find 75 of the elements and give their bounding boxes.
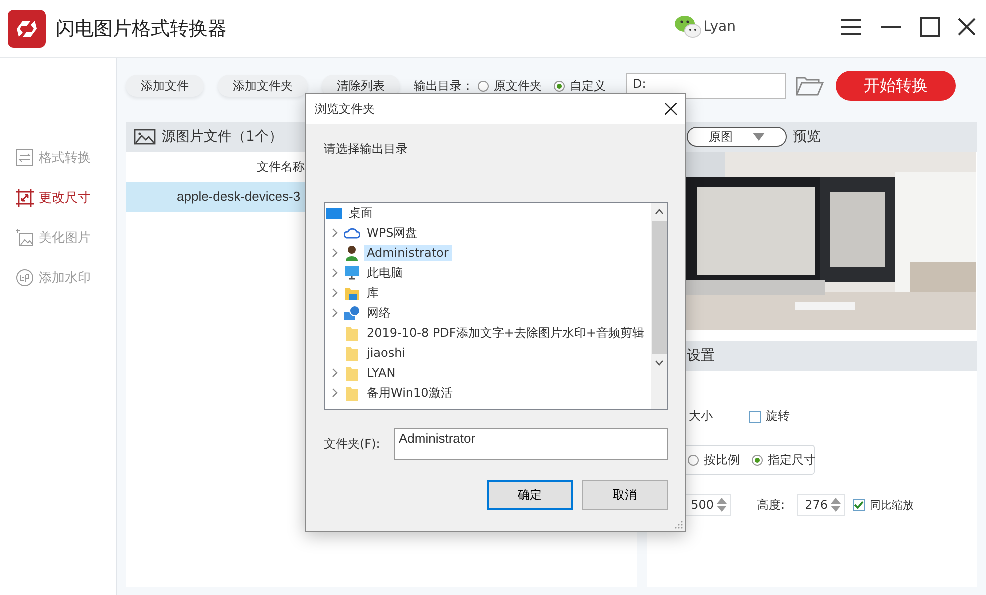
seal-icon [16, 269, 34, 287]
folder-icon [344, 365, 360, 381]
dialog-prompt: 请选择输出目录 [324, 141, 409, 158]
user-name[interactable]: Lyan [704, 18, 736, 34]
tree-item[interactable]: 备用Win10激活 [364, 384, 456, 402]
tree-item[interactable]: LYAN [364, 365, 399, 381]
column-header: 文件名称 [256, 158, 306, 176]
radio-label: 指定尺寸 [768, 452, 816, 468]
scrollbar-thumb[interactable] [652, 221, 666, 354]
output-label: 输出目录： [414, 78, 474, 94]
number-field[interactable]: 500 [683, 494, 731, 516]
radio-button[interactable] [554, 80, 565, 92]
dialog-button[interactable]: 确定 [487, 480, 573, 510]
panel-title: 源图片文件（1个） [162, 128, 283, 146]
radio-label: 原文件夹 [494, 78, 542, 94]
library-icon [344, 285, 360, 301]
resize-grip-icon [675, 521, 683, 529]
start-button[interactable]: 开始转换 [836, 71, 956, 101]
tree-item[interactable]: WPS网盘 [364, 224, 421, 242]
folder-icon [344, 345, 360, 361]
image-icon [134, 129, 156, 145]
swap-icon [16, 149, 34, 167]
resize-icon [16, 189, 34, 207]
checkbox[interactable] [749, 410, 761, 422]
caret-icon [753, 133, 765, 141]
radio-label: 按比例 [704, 452, 740, 468]
tree-item[interactable]: Administrator [364, 245, 452, 261]
sidebar-item[interactable]: 更改尺寸 [0, 178, 116, 218]
radio-button[interactable] [688, 454, 699, 466]
scroll-down-icon[interactable] [654, 360, 664, 366]
tree-item[interactable]: 桌面 [346, 204, 376, 222]
field-label: 文件夹(F): [324, 436, 382, 452]
folder-field[interactable]: Administrator [394, 428, 668, 460]
monitor-icon [344, 265, 360, 281]
toolbar-button[interactable]: 添加文件夹 [218, 75, 308, 97]
radio-button[interactable] [752, 454, 763, 466]
view-dropdown[interactable]: 原图 [687, 127, 787, 147]
app-logo-icon [8, 10, 46, 48]
folder-icon [344, 385, 360, 401]
maximize-icon[interactable] [920, 16, 940, 36]
tree-item[interactable]: 网络 [364, 304, 394, 322]
person-icon [344, 245, 360, 261]
tree-item[interactable]: 2019-10-8 PDF添加文字+去除图片水印+音频剪辑 [364, 324, 648, 342]
folder-icon[interactable] [796, 76, 824, 96]
dialog-title: 浏览文件夹 [315, 100, 375, 118]
close-icon[interactable] [665, 103, 677, 115]
number-field[interactable]: 276 [797, 494, 846, 516]
menu-icon[interactable] [840, 18, 862, 36]
spinner-arrows-icon [717, 497, 727, 513]
field-label: 高度: [757, 496, 786, 514]
toolbar-button[interactable]: 添加文件 [126, 75, 204, 97]
tree-item[interactable]: 此电脑 [364, 264, 406, 282]
panel-title: 预览 [793, 128, 821, 146]
setting-label: 大小 [689, 408, 713, 425]
checkbox-label: 旋转 [766, 408, 790, 425]
network-icon [344, 305, 360, 321]
checkbox-label: 同比缩放 [870, 498, 914, 512]
check-icon [854, 501, 864, 509]
app-title: 闪电图片格式转换器 [56, 16, 227, 42]
panel-title: 设置 [687, 347, 715, 365]
scroll-up-icon[interactable] [654, 209, 664, 215]
tree-item[interactable]: 库 [364, 284, 382, 302]
radio-button[interactable] [478, 80, 489, 92]
tree-item[interactable]: jiaoshi [364, 345, 409, 361]
image-sparkle-icon [16, 229, 34, 247]
dialog-button[interactable]: 取消 [582, 480, 668, 510]
folder-icon [344, 325, 360, 341]
close-icon[interactable] [958, 18, 976, 36]
checkbox[interactable] [853, 499, 866, 511]
scrollbar-track[interactable] [651, 203, 667, 409]
path-field[interactable]: D: [626, 73, 786, 99]
chat-bubbles-icon [674, 14, 702, 40]
radio-label: 自定义 [570, 78, 606, 94]
desktop-icon [326, 205, 342, 221]
spinner-arrows-icon [831, 497, 842, 513]
